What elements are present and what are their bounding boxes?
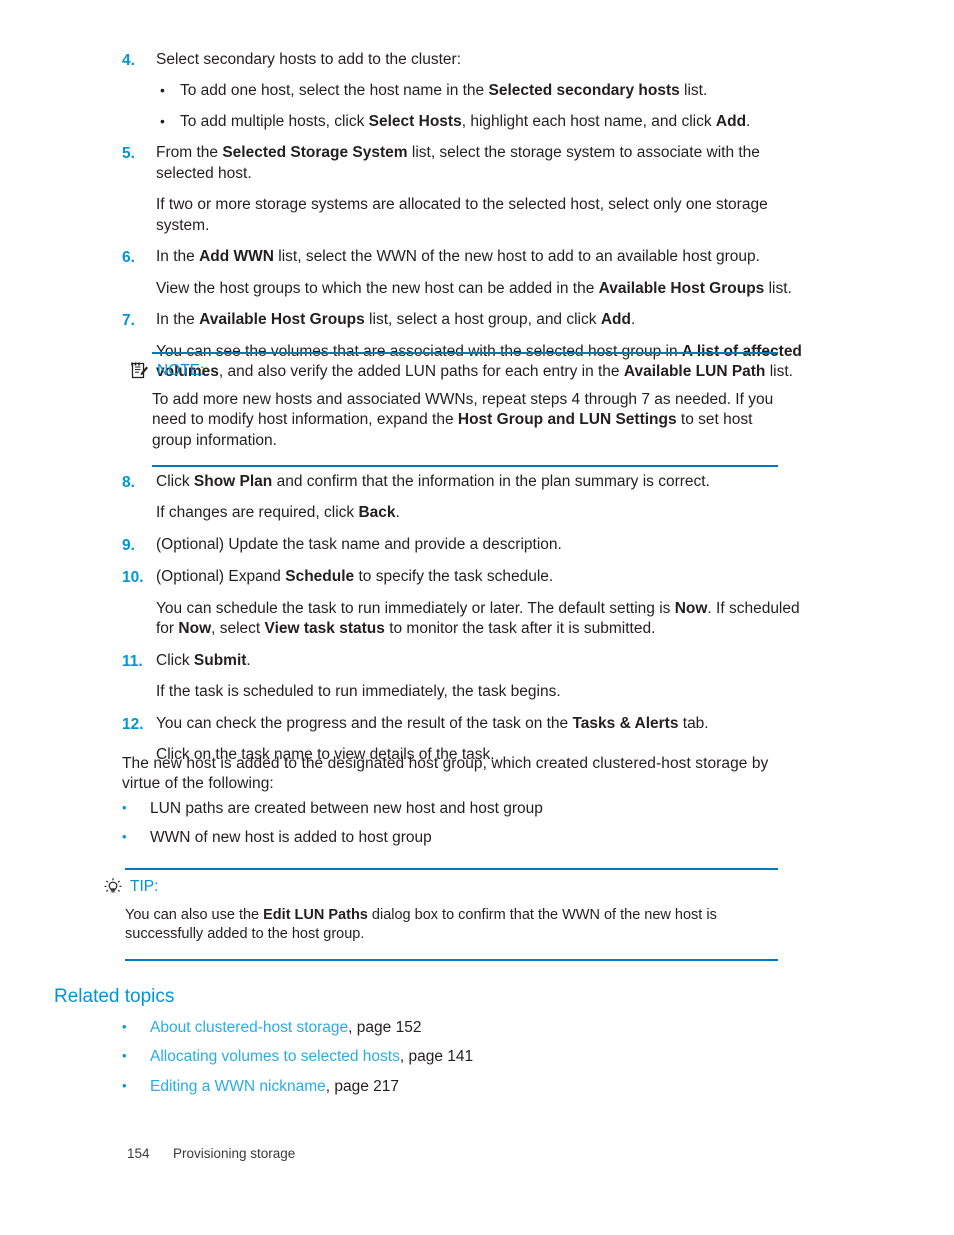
step-text: In the Add WWN list, select the WWN of t… [156,248,760,266]
step-text: Click Submit. [156,651,251,669]
step-follow-text: If changes are required, click Back. [156,504,400,522]
step-follow-text: If the task is scheduled to run immediat… [156,683,561,701]
step-content: Click Show Plan and confirm that the inf… [156,472,802,524]
step-text: You can check the progress and the resul… [156,714,709,732]
tip-bottom-rule [125,959,778,962]
step-number: 7. [122,312,135,330]
step-follow-text: If two or more storage systems are alloc… [156,196,768,234]
tip-body: You can also use the Edit LUN Paths dial… [125,907,717,943]
note-label: NOTE: [157,361,205,379]
note-admonition: NOTE: To add more new hosts and associat… [131,352,778,468]
related-topic-entry: Editing a WWN nickname, page 217 [150,1077,399,1097]
step-content: Select secondary hosts to add to the clu… [156,50,802,132]
related-topic-link[interactable]: About clustered-host storage [150,1019,348,1036]
step-item: 11. Click Submit. If the task is schedul… [122,651,802,703]
step-follow-text: View the host groups to which the new ho… [156,279,792,297]
bullet-icon: • [122,1048,127,1064]
related-topic-link[interactable]: Editing a WWN nickname [150,1078,326,1095]
step-content: (Optional) Update the task name and prov… [156,535,802,555]
footer-section-title: Provisioning storage [173,1146,296,1161]
footer-page-number: 154 [127,1146,150,1161]
step-number: 10. [122,569,144,587]
step-text: (Optional) Update the task name and prov… [156,535,562,553]
list-item: • Editing a WWN nickname, page 217 [122,1077,722,1097]
step-item: 6. In the Add WWN list, select the WWN o… [122,247,802,299]
bullet-icon: • [122,1019,127,1034]
related-topic-page: , page 217 [325,1077,399,1095]
note-body: To add more new hosts and associated WWN… [152,391,774,449]
sub-bullet-text: To add multiple hosts, click Select Host… [180,112,751,130]
step-text: (Optional) Expand Schedule to specify th… [156,568,554,586]
related-topics-list: • About clustered-host storage, page 152… [122,1018,722,1106]
result-bullet-text: LUN paths are created between new host a… [150,800,543,817]
step-number: 12. [122,715,144,733]
step-content: (Optional) Expand Schedule to specify th… [156,567,802,639]
lightbulb-icon [103,877,123,897]
procedure-steps-group-2: 8. Click Show Plan and confirm that the … [122,472,802,766]
step-item: 8. Click Show Plan and confirm that the … [122,472,802,524]
tip-top-rule [125,868,778,870]
related-topic-page: , page 141 [399,1048,474,1066]
step-content: Click Submit. If the task is scheduled t… [156,651,802,703]
step-item: 9. (Optional) Update the task name and p… [122,535,802,556]
step-item: 4. Select secondary hosts to add to the … [122,50,802,132]
list-item: • Allocating volumes to selected hosts, … [122,1047,722,1067]
procedure-steps-group-1: 4. Select secondary hosts to add to the … [122,50,802,382]
bullet-icon: • [160,112,165,129]
bullet-icon: • [122,829,127,845]
step-number: 9. [122,536,135,554]
sub-bullet-text: To add one host, select the host name in… [180,82,708,100]
related-topics-heading: Related topics [54,986,175,1007]
step-content: In the Add WWN list, select the WWN of t… [156,247,802,299]
related-topic-page: , page 152 [348,1019,422,1036]
step-sub-bullet-list: • To add one host, select the host name … [156,81,802,132]
list-item: • To add one host, select the host name … [156,81,802,101]
tip-header: TIP: [103,877,778,897]
step-number: 11. [122,652,143,670]
tip-admonition: TIP: You can also use the Edit LUN Paths… [104,868,778,962]
document-page: 4. Select secondary hosts to add to the … [0,0,954,1235]
step-item: 10. (Optional) Expand Schedule to specif… [122,567,802,639]
result-bullet-list: • LUN paths are created between new host… [122,799,802,858]
step-text: Click Show Plan and confirm that the inf… [156,473,710,490]
step-number: 4. [122,52,135,69]
note-bottom-rule [152,465,778,468]
bullet-icon: • [160,82,165,99]
step-item: 5. From the Selected Storage System list… [122,143,802,236]
page-footer: 154 Provisioning storage [127,1146,295,1161]
list-item: • WWN of new host is added to host group [122,828,802,848]
list-item: • LUN paths are created between new host… [122,799,802,819]
bullet-icon: • [122,800,127,815]
closing-paragraph: The new host is added to the designated … [122,755,769,793]
step-number: 8. [122,474,135,491]
step-text: Select secondary hosts to add to the clu… [156,51,462,68]
note-top-rule [152,352,778,354]
note-header: NOTE: [130,361,778,381]
step-content: From the Selected Storage System list, s… [156,143,802,236]
list-item: • To add multiple hosts, click Select Ho… [156,112,802,132]
step-text: In the Available Host Groups list, selec… [156,311,636,329]
result-bullet-text: WWN of new host is added to host group [150,829,432,847]
tip-label: TIP: [130,877,159,895]
step-follow-text: You can schedule the task to run immedia… [156,599,800,638]
related-topic-link[interactable]: Allocating volumes to selected hosts [150,1048,400,1065]
list-item: • About clustered-host storage, page 152 [122,1018,722,1038]
bullet-icon: • [122,1077,127,1093]
step-text: From the Selected Storage System list, s… [156,144,760,182]
note-pencil-icon [130,361,150,381]
step-number: 6. [122,249,135,267]
related-topic-entry: About clustered-host storage, page 152 [150,1018,421,1038]
related-topic-entry: Allocating volumes to selected hosts, pa… [150,1047,473,1067]
step-number: 5. [122,145,135,163]
